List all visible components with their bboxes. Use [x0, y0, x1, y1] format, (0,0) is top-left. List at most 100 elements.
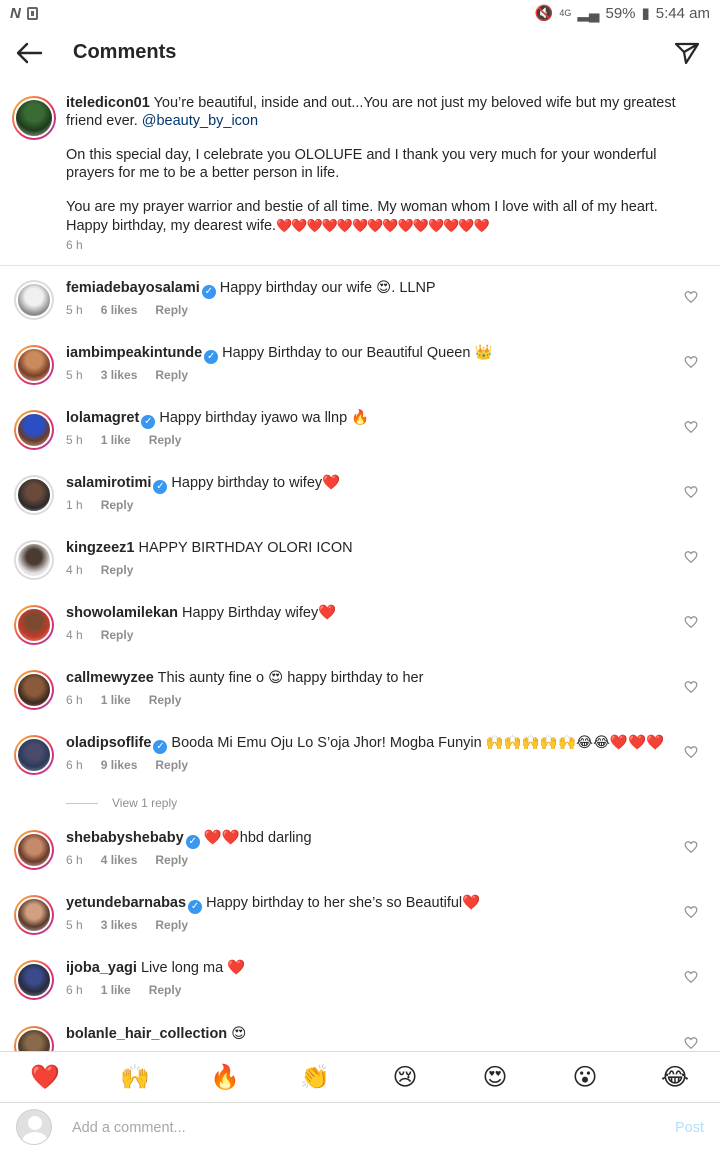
back-arrow-icon[interactable] [14, 38, 44, 68]
comment-meta: 5 h 6 likes Reply [66, 303, 206, 317]
comment-username[interactable]: bolanle_hair_collection [66, 1026, 227, 1042]
comment-row: shebabyshebaby ✓ ❤️❤️hbd darling 6 h 4 likes… [0, 830, 720, 895]
comment-row: salamirotimi ✓ Happy birthday to wifey❤️ 1 … [0, 475, 720, 540]
post-button[interactable]: Post [675, 1120, 704, 1136]
comments-header: Comments [0, 26, 720, 82]
comment-row: oladipsoflife ✓ Booda Mi Emu Oju Lo S’oja … [0, 735, 720, 800]
comment-username[interactable]: shebabyshebaby [66, 830, 184, 846]
emoji-crying[interactable]: 😢 [385, 1063, 425, 1092]
reply-button[interactable]: Reply [149, 983, 182, 997]
comment-timestamp: 5 h [66, 368, 83, 382]
like-heart-icon[interactable] [684, 420, 698, 434]
avatar[interactable] [14, 830, 54, 870]
reply-button[interactable]: Reply [155, 303, 188, 317]
like-heart-icon[interactable] [684, 485, 698, 499]
page-title: Comments [73, 41, 177, 63]
emoji-heart[interactable]: ❤️ [25, 1063, 65, 1092]
avatar[interactable] [14, 410, 54, 450]
comment-likes[interactable]: 4 likes [101, 853, 138, 867]
status-bar: N 🔇 4G ▂▄ 59% ▮ 5:44 am [0, 0, 720, 26]
comment-line: oladipsoflife ✓ Booda Mi Emu Oju Lo S’oja … [66, 735, 664, 754]
avatar[interactable] [14, 475, 54, 515]
comment-username[interactable]: yetundebarnabas [66, 895, 186, 911]
avatar[interactable] [14, 735, 54, 775]
view-replies-label[interactable]: View 1 reply [112, 796, 177, 810]
emoji-clap[interactable]: 👏 [295, 1063, 335, 1092]
comment-username[interactable]: showolamilekan [66, 605, 178, 621]
avatar[interactable] [14, 670, 54, 710]
direct-send-icon[interactable] [672, 38, 702, 68]
reply-button[interactable]: Reply [101, 563, 134, 577]
verified-badge-icon: ✓ [153, 480, 168, 494]
like-heart-icon[interactable] [684, 905, 698, 919]
reply-button[interactable]: Reply [155, 368, 188, 382]
comment-username[interactable]: femiadebayosalami [66, 280, 200, 296]
reply-button[interactable]: Reply [149, 693, 182, 707]
avatar[interactable] [14, 345, 54, 385]
comment-username[interactable]: callmewyzee [66, 670, 154, 686]
like-heart-icon[interactable] [684, 290, 698, 304]
caption-username[interactable]: iteledicon01 [66, 95, 150, 111]
comment-likes[interactable]: 6 likes [101, 303, 138, 317]
clock: 5:44 am [655, 4, 710, 22]
comment-username[interactable]: ijoba_yagi [66, 960, 137, 976]
comment-meta: 6 h 4 likes Reply [66, 853, 206, 867]
comment-username[interactable]: salamirotimi [66, 475, 151, 491]
comment-input[interactable] [72, 1117, 632, 1139]
comment-likes[interactable]: 1 like [101, 433, 131, 447]
avatar[interactable] [14, 540, 54, 580]
verified-badge-icon: ✓ [185, 835, 200, 849]
reply-button[interactable]: Reply [155, 758, 188, 772]
like-heart-icon[interactable] [684, 355, 698, 369]
comment-row: callmewyzee This aunty fine o 😍 happy bi… [0, 670, 720, 735]
like-heart-icon[interactable] [684, 680, 698, 694]
comment-username[interactable]: iambimpeakintunde [66, 345, 202, 361]
comment-row: femiadebayosalami ✓ Happy birthday our wif… [0, 280, 720, 345]
battery-icon: ▮ [641, 5, 650, 22]
emoji-raised-hands[interactable]: 🙌 [115, 1063, 155, 1092]
comment-text: Happy Birthday to our Beautiful Queen 👑 [222, 345, 493, 361]
emoji-laughing[interactable]: 😂 [655, 1063, 695, 1092]
like-heart-icon[interactable] [684, 840, 698, 854]
avatar[interactable] [14, 960, 54, 1000]
emoji-fire[interactable]: 🔥 [205, 1063, 245, 1092]
reply-button[interactable]: Reply [155, 918, 188, 932]
comment-text: This aunty fine o 😍 happy birthday to he… [157, 670, 424, 686]
like-heart-icon[interactable] [684, 970, 698, 984]
comment-meta: 4 h Reply [66, 563, 151, 577]
reply-button[interactable]: Reply [101, 498, 134, 512]
reply-button[interactable]: Reply [155, 853, 188, 867]
like-heart-icon[interactable] [684, 745, 698, 759]
emoji-surprised[interactable]: 😮 [565, 1063, 605, 1092]
comment-likes[interactable]: 9 likes [101, 758, 138, 772]
like-heart-icon[interactable] [684, 550, 698, 564]
comment-username[interactable]: kingzeez1 [66, 540, 135, 556]
comment-username[interactable]: oladipsoflife [66, 735, 151, 751]
avatar[interactable] [12, 96, 56, 140]
verified-badge-icon: ✓ [204, 350, 219, 364]
comment-likes[interactable]: 1 like [101, 693, 131, 707]
caption-mention[interactable]: @beauty_by_icon [142, 113, 258, 129]
comment-meta: 5 h 3 likes Reply [66, 918, 206, 932]
avatar[interactable] [14, 605, 54, 645]
post-caption: iteledicon01 You’re beautiful, inside an… [0, 88, 720, 266]
comment-likes[interactable]: 3 likes [101, 368, 138, 382]
comment-row: iambimpeakintunde ✓ Happy Birthday to our … [0, 345, 720, 410]
comment-likes[interactable]: 3 likes [101, 918, 138, 932]
caption-text: iteledicon01 You’re beautiful, inside an… [66, 95, 686, 235]
comment-text: Happy birthday to her she’s so Beautiful… [206, 895, 481, 911]
comment-username[interactable]: lolamagret [66, 410, 139, 426]
comment-text: Happy birthday our wife 😍. LLNP [219, 280, 436, 296]
like-heart-icon[interactable] [684, 1036, 698, 1050]
signal-icon: ▂▄ [577, 5, 600, 22]
like-heart-icon[interactable] [684, 615, 698, 629]
avatar[interactable] [14, 895, 54, 935]
reply-button[interactable]: Reply [101, 628, 134, 642]
emoji-heart-eyes[interactable]: 😍 [475, 1063, 515, 1092]
avatar[interactable] [14, 280, 54, 320]
comment-line: lolamagret ✓ Happy birthday iyawo wa llnp … [66, 410, 369, 429]
comment-meta: 6 h 1 like Reply [66, 983, 199, 997]
comment-likes[interactable]: 1 like [101, 983, 131, 997]
reply-button[interactable]: Reply [149, 433, 182, 447]
view-replies-link[interactable]: View 1 reply [66, 794, 366, 812]
